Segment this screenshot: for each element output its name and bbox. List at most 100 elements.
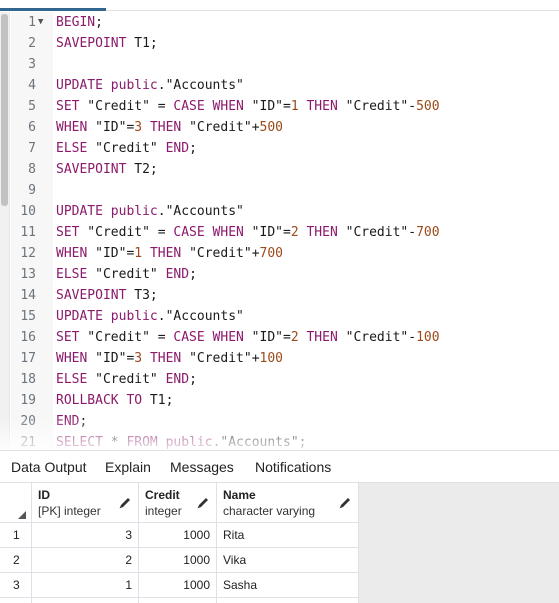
edit-pencil-icon[interactable] — [338, 496, 352, 510]
line-number: 4 — [28, 78, 36, 93]
sql-keyword: THEN — [149, 120, 182, 135]
tab-messages[interactable]: Messages — [170, 459, 234, 475]
cell-name[interactable]: Vika — [217, 548, 359, 573]
column-header-credit[interactable]: Credit integer — [139, 483, 217, 523]
code-line[interactable]: 18 ELSE "Credit" END; — [0, 369, 559, 390]
code-text: WHEN "ID"=3 THEN "Credit"+500 — [56, 117, 283, 138]
column-header-id[interactable]: ID [PK] integer — [32, 483, 139, 523]
grid-corner-cell[interactable] — [0, 483, 32, 523]
sql-keyword: END — [165, 267, 190, 282]
sql-keyword: END — [56, 414, 80, 429]
sql-editor[interactable]: 1 ▼ BEGIN; 2 SAVEPOINT T1; 3 4 UPDATE public."A… — [0, 12, 559, 450]
code-line[interactable]: 11 SET "Credit" = CASE WHEN "ID"=2 THEN "… — [0, 222, 559, 243]
table-row[interactable]: 3 1 1000 Sasha — [0, 573, 359, 598]
tab-notifications[interactable]: Notifications — [255, 459, 331, 475]
code-line[interactable]: 14 SAVEPOINT T3; — [0, 285, 559, 306]
cell-name[interactable]: Sasha — [217, 573, 359, 598]
code-line[interactable]: 17 WHEN "ID"=3 THEN "Credit"+100 — [0, 348, 559, 369]
code-line[interactable]: 3 — [0, 54, 559, 75]
row-number[interactable]: 1 — [0, 523, 32, 548]
code-line[interactable]: 16 SET "Credit" = CASE WHEN "ID"=2 THEN "… — [0, 327, 559, 348]
code-text: WHEN "ID"=1 THEN "Credit"+700 — [56, 243, 283, 264]
sql-keyword: CASE — [173, 225, 205, 240]
code-line[interactable]: 19 ROLLBACK TO T1; — [0, 390, 559, 411]
cell-credit[interactable]: 1000 — [139, 548, 217, 573]
results-tab-bar: Data Output Explain Messages Notificatio… — [0, 451, 559, 483]
edit-pencil-icon[interactable] — [118, 496, 132, 510]
tab-explain[interactable]: Explain — [105, 459, 151, 475]
sql-token: "Credit"- — [337, 99, 417, 114]
code-text: SAVEPOINT T1; — [56, 33, 158, 54]
sql-keyword: WHEN — [56, 120, 88, 135]
sql-token: "Credit"- — [337, 330, 417, 345]
line-number: 3 — [28, 57, 36, 72]
column-header-name[interactable]: Name character varying — [217, 483, 359, 523]
cell-id[interactable]: 1 — [32, 573, 139, 598]
sql-keyword: WHEN — [212, 330, 244, 345]
code-line[interactable]: 13 ELSE "Credit" END; — [0, 264, 559, 285]
sql-keyword: CASE — [173, 99, 205, 114]
sql-number: 1 — [134, 246, 143, 261]
row-number[interactable]: 2 — [0, 548, 32, 573]
code-line[interactable]: 4 UPDATE public."Accounts" — [0, 75, 559, 96]
line-number: 12 — [20, 246, 36, 261]
tab-data-output[interactable]: Data Output — [11, 459, 87, 475]
sql-keyword: TO — [126, 393, 143, 408]
line-number: 15 — [20, 309, 36, 324]
code-line[interactable]: 15 UPDATE public."Accounts" — [0, 306, 559, 327]
line-number: 20 — [20, 414, 36, 429]
edit-pencil-icon[interactable] — [196, 496, 210, 510]
sql-token: ; — [79, 414, 88, 429]
fold-arrow-icon[interactable]: ▼ — [38, 12, 50, 33]
code-text: UPDATE public."Accounts" — [56, 201, 244, 222]
cell-credit[interactable]: 1000 — [139, 523, 217, 548]
row-number[interactable]: 3 — [0, 573, 32, 598]
code-text: SAVEPOINT T3; — [56, 285, 158, 306]
code-text: END; — [56, 411, 87, 432]
results-panel: Data Output Explain Messages Notificatio… — [0, 450, 559, 603]
line-number: 21 — [20, 435, 36, 450]
sql-keyword: WHEN — [56, 351, 88, 366]
code-line[interactable]: 12 WHEN "ID"=1 THEN "Credit"+700 — [0, 243, 559, 264]
sql-number: 700 — [259, 246, 284, 261]
cell-name[interactable]: Rita — [217, 523, 359, 548]
column-name: Credit — [145, 488, 180, 502]
sql-token: "Credit"+ — [181, 351, 260, 366]
column-type: [PK] integer — [38, 504, 101, 518]
code-line[interactable]: 2 SAVEPOINT T1; — [0, 33, 559, 54]
sql-keyword: THEN — [149, 351, 182, 366]
sql-keyword: SET — [56, 99, 80, 114]
table-row[interactable]: 1 3 1000 Rita — [0, 523, 359, 548]
code-text: SET "Credit" = CASE WHEN "ID"=2 THEN "Cr… — [56, 222, 440, 243]
sql-keyword: SAVEPOINT — [56, 162, 127, 177]
code-line[interactable]: 6 WHEN "ID"=3 THEN "Credit"+500 — [0, 117, 559, 138]
column-name: Name — [223, 488, 256, 502]
sql-keyword: SAVEPOINT — [56, 288, 127, 303]
sql-token: ."Accounts"; — [212, 435, 307, 450]
line-number: 18 — [20, 372, 36, 387]
code-line[interactable]: 9 — [0, 180, 559, 201]
code-text: ELSE "Credit" END; — [56, 369, 197, 390]
cell-credit[interactable]: 1000 — [139, 573, 217, 598]
code-line[interactable]: 5 SET "Credit" = CASE WHEN "ID"=1 THEN "C… — [0, 96, 559, 117]
code-line[interactable]: 1 ▼ BEGIN; — [0, 12, 559, 33]
sql-token: * — [102, 435, 127, 450]
code-line[interactable]: 7 ELSE "Credit" END; — [0, 138, 559, 159]
code-text: UPDATE public."Accounts" — [56, 75, 244, 96]
line-number: 14 — [20, 288, 36, 303]
table-row[interactable]: 2 2 1000 Vika — [0, 548, 359, 573]
cell-id[interactable]: 3 — [32, 523, 139, 548]
code-line[interactable]: 10 UPDATE public."Accounts" — [0, 201, 559, 222]
sql-keyword: WHEN — [56, 246, 88, 261]
sql-keyword: SET — [56, 225, 80, 240]
code-line[interactable]: 20 END; — [0, 411, 559, 432]
cell-id[interactable]: 2 — [32, 548, 139, 573]
code-line[interactable]: 21 SELECT * FROM public."Accounts"; — [0, 432, 559, 450]
sql-keyword: THEN — [306, 330, 338, 345]
select-all-triangle-icon[interactable] — [18, 511, 26, 519]
sql-token: ; — [189, 141, 197, 156]
line-number: 2 — [28, 36, 36, 51]
code-line[interactable]: 8 SAVEPOINT T2; — [0, 159, 559, 180]
column-type: integer — [145, 504, 182, 518]
